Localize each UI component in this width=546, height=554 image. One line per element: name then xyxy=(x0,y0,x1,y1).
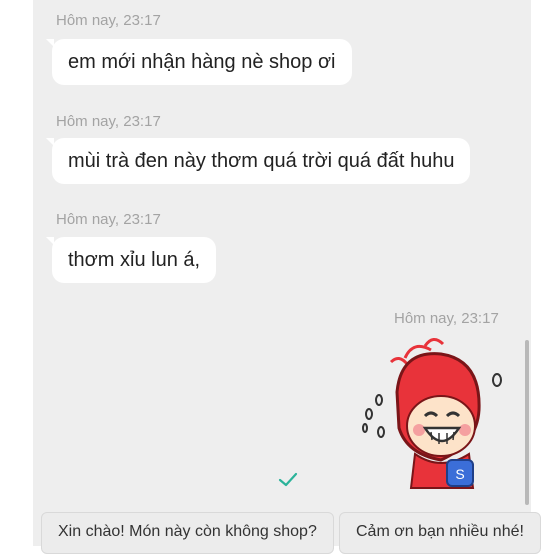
message-timestamp: Hôm nay, 23:17 xyxy=(56,211,161,228)
message-timestamp: Hôm nay, 23:17 xyxy=(56,113,161,130)
received-message-bubble[interactable]: thơm xỉu lun á, xyxy=(45,237,217,283)
received-message-bubble[interactable]: mùi trà đen này thơm quá trời quá đất hu… xyxy=(45,138,471,184)
message-timestamp: Hôm nay, 23:17 xyxy=(56,12,161,29)
chat-message-list[interactable]: Hôm nay, 23:17 em mới nhận hàng nè shop … xyxy=(33,0,531,546)
checkmark-icon xyxy=(278,472,298,488)
scrollbar-thumb[interactable] xyxy=(525,340,529,505)
sent-timestamp: Hôm nay, 23:17 xyxy=(394,310,499,327)
quick-reply-chip[interactable]: Cảm ơn bạn nhiều nhé! xyxy=(339,512,541,554)
received-message-bubble[interactable]: em mới nhận hàng nè shop ơi xyxy=(46,39,352,85)
laughing-red-character-sticker[interactable]: S xyxy=(361,332,511,492)
quick-reply-chip[interactable]: Xin chào! Món này còn không shop? xyxy=(41,512,334,554)
sticker-badge-letter: S xyxy=(455,466,464,482)
